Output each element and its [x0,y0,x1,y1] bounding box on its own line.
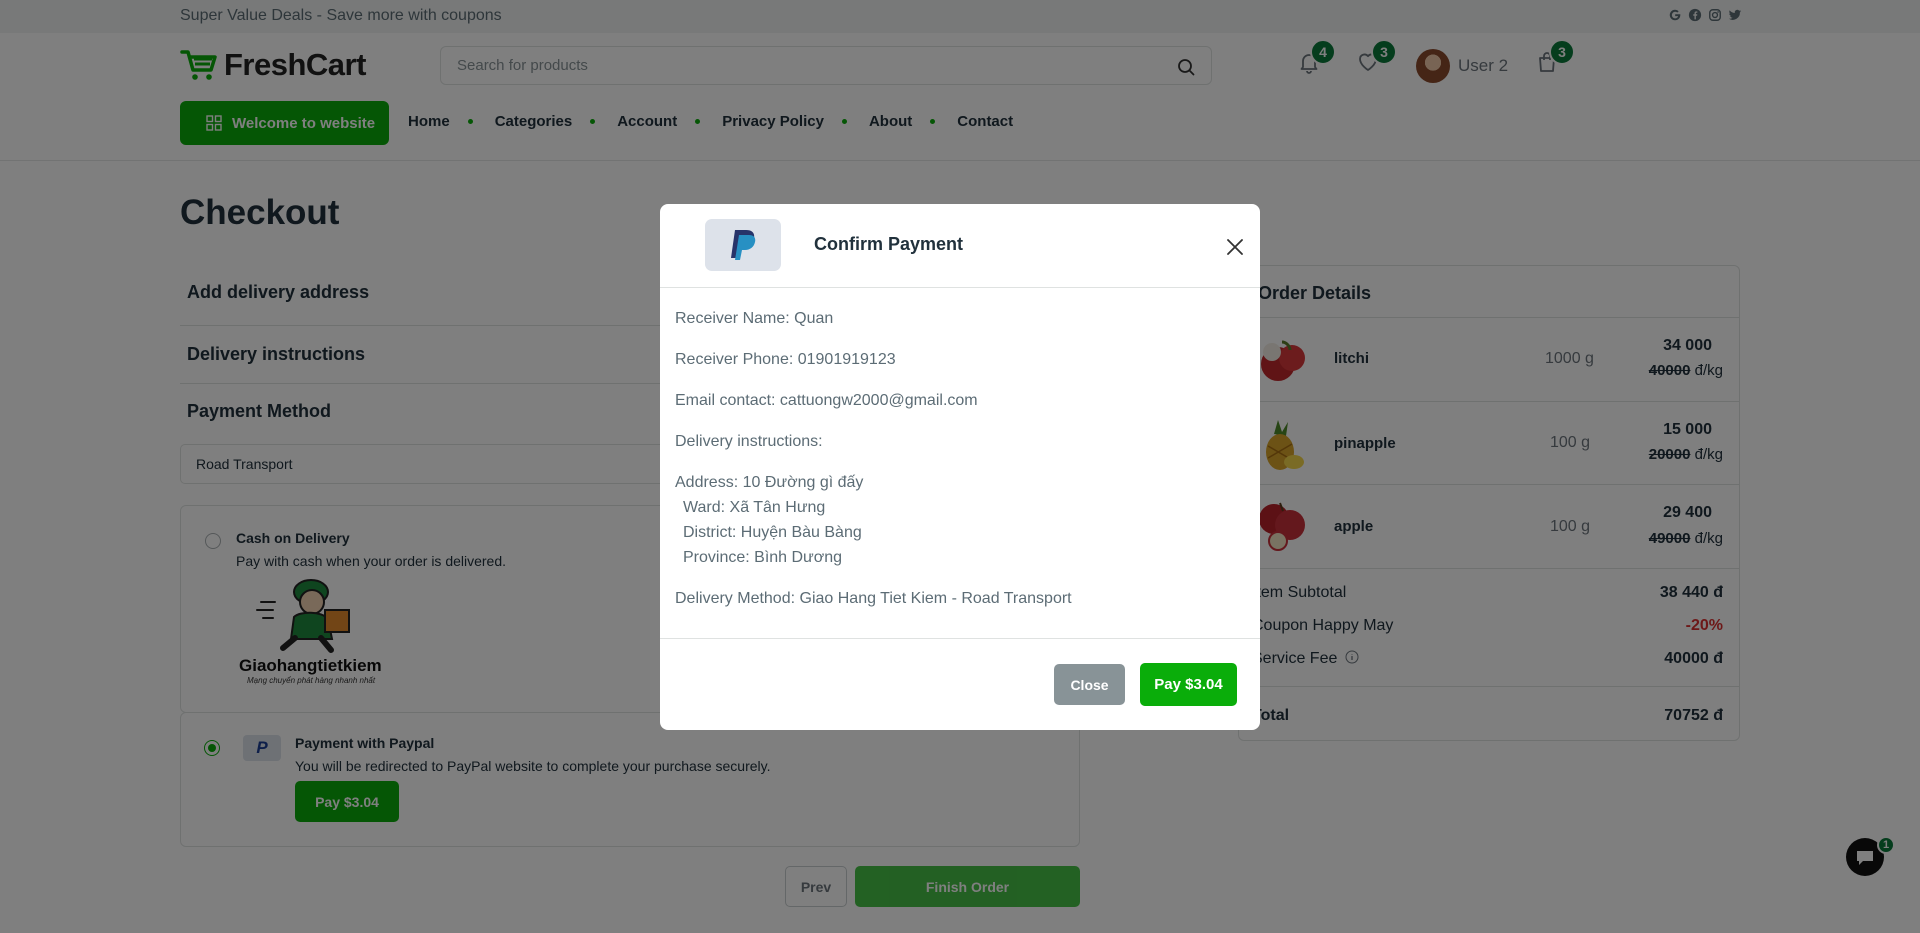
delivery-instructions: Delivery instructions: [675,433,823,450]
modal-footer-divider [660,638,1260,639]
receiver-name: Receiver Name: Quan [675,310,834,327]
modal-body: Receiver Name: Quan Receiver Phone: 0190… [675,306,1072,627]
ward-line: Ward: Xã Tân Hưng [683,499,826,516]
confirm-payment-modal: Confirm Payment Receiver Name: Quan Rece… [660,204,1260,730]
email-contact: Email contact: cattuongw2000@gmail.com [675,392,978,409]
delivery-method: Delivery Method: Giao Hang Tiet Kiem - R… [675,590,1072,607]
address-line: Address: 10 Đường gì đấy [675,474,864,491]
address-block: Address: 10 Đường gì đấy Ward: Xã Tân Hư… [675,470,1072,570]
district-line: District: Huyện Bàu Bàng [683,524,862,541]
receiver-phone: Receiver Phone: 01901919123 [675,351,896,368]
pay-button[interactable]: Pay $3.04 [1140,663,1237,706]
paypal-logo [705,219,781,271]
modal-header: Confirm Payment [660,204,1260,288]
paypal-icon [731,230,756,260]
modal-title: Confirm Payment [814,234,964,254]
close-icon[interactable] [1224,236,1246,258]
province-line: Province: Bình Dương [683,549,843,566]
close-button[interactable]: Close [1054,664,1125,705]
